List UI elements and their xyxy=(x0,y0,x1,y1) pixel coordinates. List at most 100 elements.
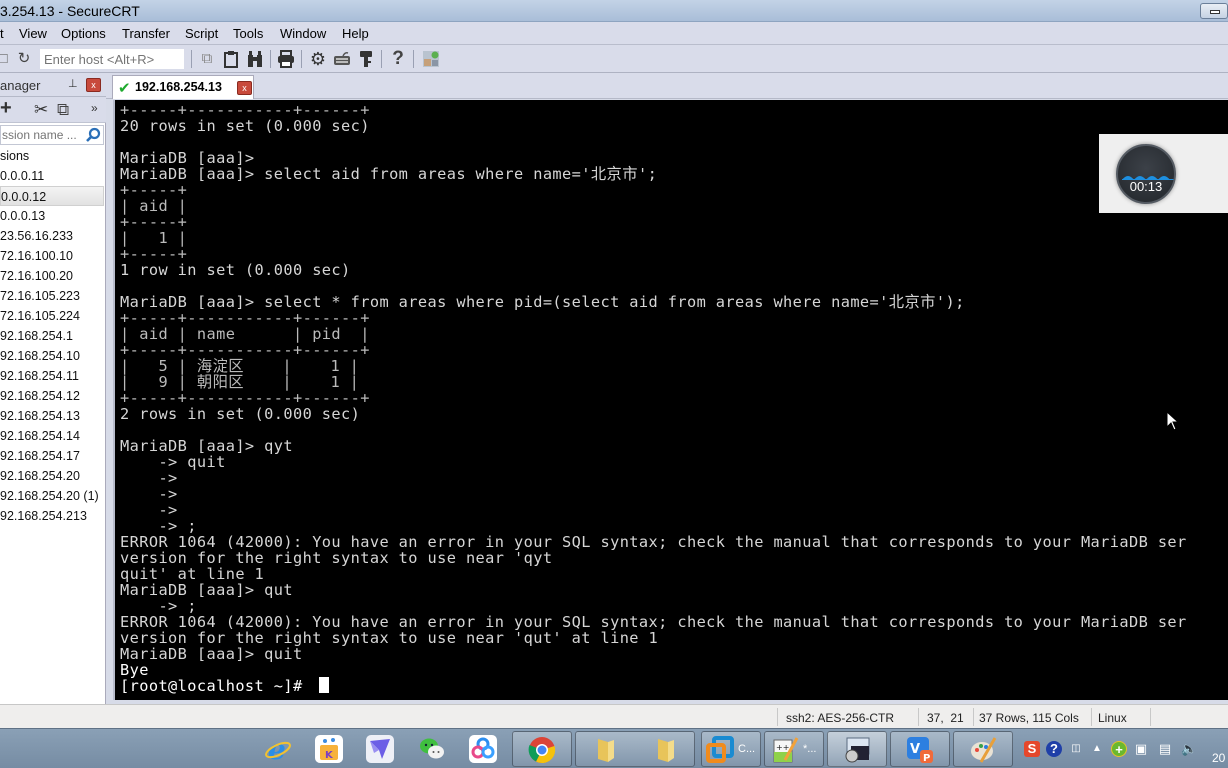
taskbar-lark[interactable] xyxy=(360,731,400,767)
new-session-icon[interactable]: □ xyxy=(0,50,12,68)
taskbar-paint[interactable] xyxy=(953,731,1013,767)
menu-script[interactable]: Script xyxy=(185,26,218,41)
menu-options[interactable]: Options xyxy=(61,26,106,41)
sogou-input-icon[interactable]: S xyxy=(1024,741,1040,757)
copy-session-icon[interactable]: ⧉ xyxy=(57,100,69,120)
toolbar-separator xyxy=(381,50,382,68)
session-folder-root[interactable]: sions xyxy=(0,146,104,166)
reconnect-icon[interactable]: ↻ xyxy=(15,50,33,68)
session-item[interactable]: 23.56.16.233 xyxy=(0,226,104,246)
pin-icon[interactable]: ⊥ xyxy=(68,77,78,90)
taskbar-kugou[interactable]: K xyxy=(309,731,349,767)
session-tab[interactable]: ✔ 192.168.254.13 x xyxy=(112,75,254,99)
taskbar-baidu-netdisk[interactable] xyxy=(463,731,503,767)
session-item[interactable]: 92.168.254.10 xyxy=(0,346,104,366)
session-item[interactable]: 92.168.254.1 xyxy=(0,326,104,346)
session-item[interactable]: 92.168.254.13 xyxy=(0,406,104,426)
close-tab-button[interactable]: x xyxy=(237,81,252,95)
terminal-line: -> xyxy=(120,469,178,487)
network-status-icon[interactable]: ◫ xyxy=(1068,741,1084,757)
terminal-line: Bye xyxy=(120,661,149,679)
session-item[interactable]: 72.16.100.10 xyxy=(0,246,104,266)
key-icon[interactable] xyxy=(357,50,375,68)
search-icon[interactable] xyxy=(85,127,101,143)
taskbar-clock[interactable]: 20 xyxy=(1212,751,1225,765)
status-divider xyxy=(918,708,919,726)
session-item[interactable]: 0.0.0.12 xyxy=(0,186,104,206)
copy-icon[interactable]: ⧉ xyxy=(198,50,216,68)
session-item[interactable]: 0.0.0.13 xyxy=(0,206,104,226)
overflow-chevron-icon[interactable]: » xyxy=(91,101,98,115)
connected-check-icon: ✔ xyxy=(118,80,131,97)
find-icon[interactable] xyxy=(246,50,264,68)
session-item[interactable]: 72.16.105.223 xyxy=(0,286,104,306)
taskbar-chrome[interactable] xyxy=(512,731,572,767)
session-item[interactable]: 92.168.254.12 xyxy=(0,386,104,406)
session-manager-toolbar: + ✂ ⧉ » xyxy=(0,97,106,123)
svg-text:P: P xyxy=(923,753,930,764)
menu-tools[interactable]: Tools xyxy=(233,26,263,41)
securecrt-icon xyxy=(845,737,870,763)
menu-transfer[interactable]: Transfer xyxy=(122,26,170,41)
session-search-input[interactable] xyxy=(1,126,85,144)
help-tray-icon[interactable]: ? xyxy=(1046,741,1062,757)
show-hidden-icons-chevron[interactable]: ▲ xyxy=(1089,741,1105,757)
screen-recorder-widget[interactable]: 00:13 xyxy=(1099,134,1228,213)
session-item[interactable]: 92.168.254.14 xyxy=(0,426,104,446)
taskbar-explorer-group[interactable] xyxy=(575,731,695,767)
internet-explorer-icon: e xyxy=(265,735,291,763)
terminal-view[interactable]: +-----+-----------+------+ 20 rows in set… xyxy=(113,100,1228,700)
taskbar-securecrt[interactable] xyxy=(827,731,887,767)
taskbar-wechat[interactable] xyxy=(412,731,452,767)
session-item[interactable]: 72.16.105.224 xyxy=(0,306,104,326)
session-item[interactable]: 92.168.254.20 (1) xyxy=(0,486,104,506)
session-item[interactable]: 92.168.254.11 xyxy=(0,366,104,386)
baidu-netdisk-icon xyxy=(469,735,497,763)
session-item[interactable]: 72.16.100.20 xyxy=(0,266,104,286)
terminal-line: -> xyxy=(120,501,178,519)
recording-time: 00:13 xyxy=(1129,179,1163,194)
session-item[interactable]: 92.168.254.20 xyxy=(0,466,104,486)
terminal-line: +-----+-----------+------+ xyxy=(120,341,370,359)
add-session-icon[interactable]: + xyxy=(0,97,12,120)
settings-icon[interactable]: ⚙ xyxy=(309,50,327,68)
terminal-line: MariaDB [aaa]> xyxy=(120,149,255,167)
taskbar-wps[interactable]: VP xyxy=(890,731,950,767)
print-icon[interactable] xyxy=(277,50,295,68)
network-monitor-icon[interactable]: ▤ xyxy=(1157,741,1173,757)
menu-edit[interactable]: t xyxy=(0,26,4,41)
terminal-line: 1 row in set (0.000 sec) xyxy=(120,261,351,279)
minimize-button[interactable] xyxy=(1200,3,1228,19)
terminal-cursor xyxy=(319,677,329,693)
menu-window[interactable]: Window xyxy=(280,26,326,41)
menu-help[interactable]: Help xyxy=(342,26,369,41)
session-item[interactable]: 92.168.254.17 xyxy=(0,446,104,466)
window-title-bar: 3.254.13 - SecureCRT xyxy=(0,0,1228,22)
session-item[interactable]: 92.168.254.213 xyxy=(0,506,104,526)
folder-icon xyxy=(658,739,674,762)
keymap-icon[interactable] xyxy=(333,50,351,68)
minimize-icon xyxy=(1210,10,1220,14)
sftp-icon[interactable] xyxy=(422,50,440,68)
paste-icon[interactable] xyxy=(222,50,240,68)
menu-view[interactable]: View xyxy=(19,26,47,41)
terminal-line: -> ; xyxy=(120,517,197,535)
session-tree: sions 0.0.0.11 0.0.0.12 0.0.0.13 23.56.16.2… xyxy=(0,146,104,526)
help-icon[interactable]: ? xyxy=(389,49,407,68)
session-item[interactable]: 0.0.0.11 xyxy=(0,166,104,186)
svg-text:V: V xyxy=(910,742,920,757)
terminal-line: +-----+ xyxy=(120,181,188,199)
taskbar-vmware[interactable]: C... xyxy=(701,731,761,767)
power-plug-icon[interactable]: ▣ xyxy=(1133,741,1149,757)
status-divider xyxy=(1150,708,1151,726)
host-input[interactable] xyxy=(40,49,184,69)
security-tray-icon[interactable]: + xyxy=(1111,741,1127,757)
taskbar-notepad-plus-plus[interactable]: ++ *... xyxy=(764,731,824,767)
window-title: 3.254.13 - SecureCRT xyxy=(0,3,140,19)
terminal-line: +-----+ xyxy=(120,245,188,263)
cut-icon[interactable]: ✂ xyxy=(34,100,48,120)
session-search-box xyxy=(0,125,104,145)
taskbar-internet-explorer[interactable]: e xyxy=(258,731,298,767)
volume-icon[interactable]: 🔈 xyxy=(1181,741,1197,757)
close-session-manager-button[interactable]: x xyxy=(86,78,101,92)
